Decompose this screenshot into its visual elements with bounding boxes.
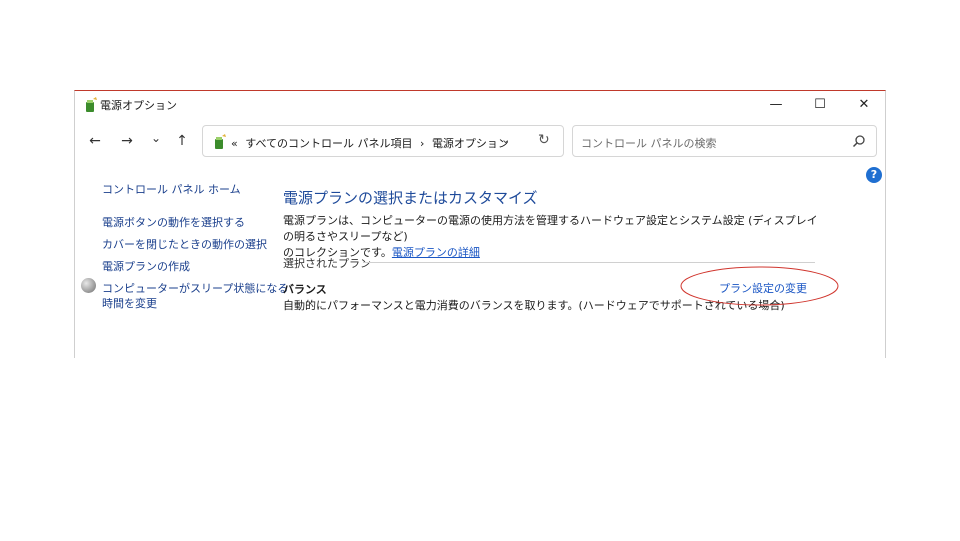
breadcrumb: « すべてのコントロール パネル項目 › 電源オプション [231,135,513,151]
shield-icon [81,278,96,293]
sidebar-item-sleep-time[interactable]: コンピューターがスリープ状態になる [102,280,288,296]
maximize-button[interactable]: ☐ [800,93,840,117]
breadcrumb-overflow[interactable]: « [231,137,238,150]
title-bar: 電源オプション — ☐ ✕ [75,91,885,117]
page-title: 電源プランの選択またはカスタマイズ [283,189,538,207]
highlight-annotation-ellipse [680,266,839,306]
sidebar-item-lid-close[interactable]: カバーを閉じたときの動作の選択 [102,236,267,252]
plan-description-text: 電源プランは、コンピューターの電源の使用方法を管理するハードウェア設定とシステム… [283,213,823,261]
sidebar-item-power-button[interactable]: 電源ボタンの動作を選択する [102,214,245,230]
description-line1: 電源プランは、コンピューターの電源の使用方法を管理するハードウェア設定とシステム… [283,214,818,243]
breadcrumb-separator[interactable]: › [420,137,424,150]
address-bar[interactable]: « すべてのコントロール パネル項目 › 電源オプション ⌄ ↻ [202,125,564,157]
power-options-icon [215,134,226,149]
back-button[interactable]: ← [85,133,105,149]
sidebar-item-create-plan[interactable]: 電源プランの作成 [102,258,190,274]
search-box[interactable]: コントロール パネルの検索 [572,125,877,157]
up-button[interactable]: ↑ [172,133,192,149]
power-options-icon [86,97,97,112]
close-button[interactable]: ✕ [844,93,884,117]
forward-button[interactable]: → [117,133,137,149]
selected-plan-label: 選択されたプラン [283,257,371,270]
search-icon[interactable] [852,134,866,148]
plan-name-balanced: バランス [283,283,327,296]
power-options-window: 電源オプション — ☐ ✕ ← → ⌄ ↑ « すべてのコントロール パネル項目… [74,90,886,358]
refresh-button[interactable]: ↻ [538,132,550,148]
address-dropdown-button[interactable]: ⌄ [501,133,510,146]
power-plan-details-link[interactable]: 電源プランの詳細 [392,246,480,259]
minimize-button[interactable]: — [756,93,796,117]
search-input[interactable]: コントロール パネルの検索 [581,135,717,151]
help-icon[interactable]: ? [866,167,882,183]
sidebar-item-control-panel-home[interactable]: コントロール パネル ホーム [102,181,241,197]
breadcrumb-power-options[interactable]: 電源オプション [432,137,509,150]
breadcrumb-all-items[interactable]: すべてのコントロール パネル項目 [245,137,412,150]
section-divider [363,262,815,263]
navigation-toolbar: ← → ⌄ ↑ « すべてのコントロール パネル項目 › 電源オプション ⌄ ↻… [75,125,885,161]
recent-locations-button[interactable]: ⌄ [146,131,166,145]
sidebar-item-sleep-time-line2[interactable]: 時間を変更 [102,295,157,311]
window-title: 電源オプション [100,99,177,112]
